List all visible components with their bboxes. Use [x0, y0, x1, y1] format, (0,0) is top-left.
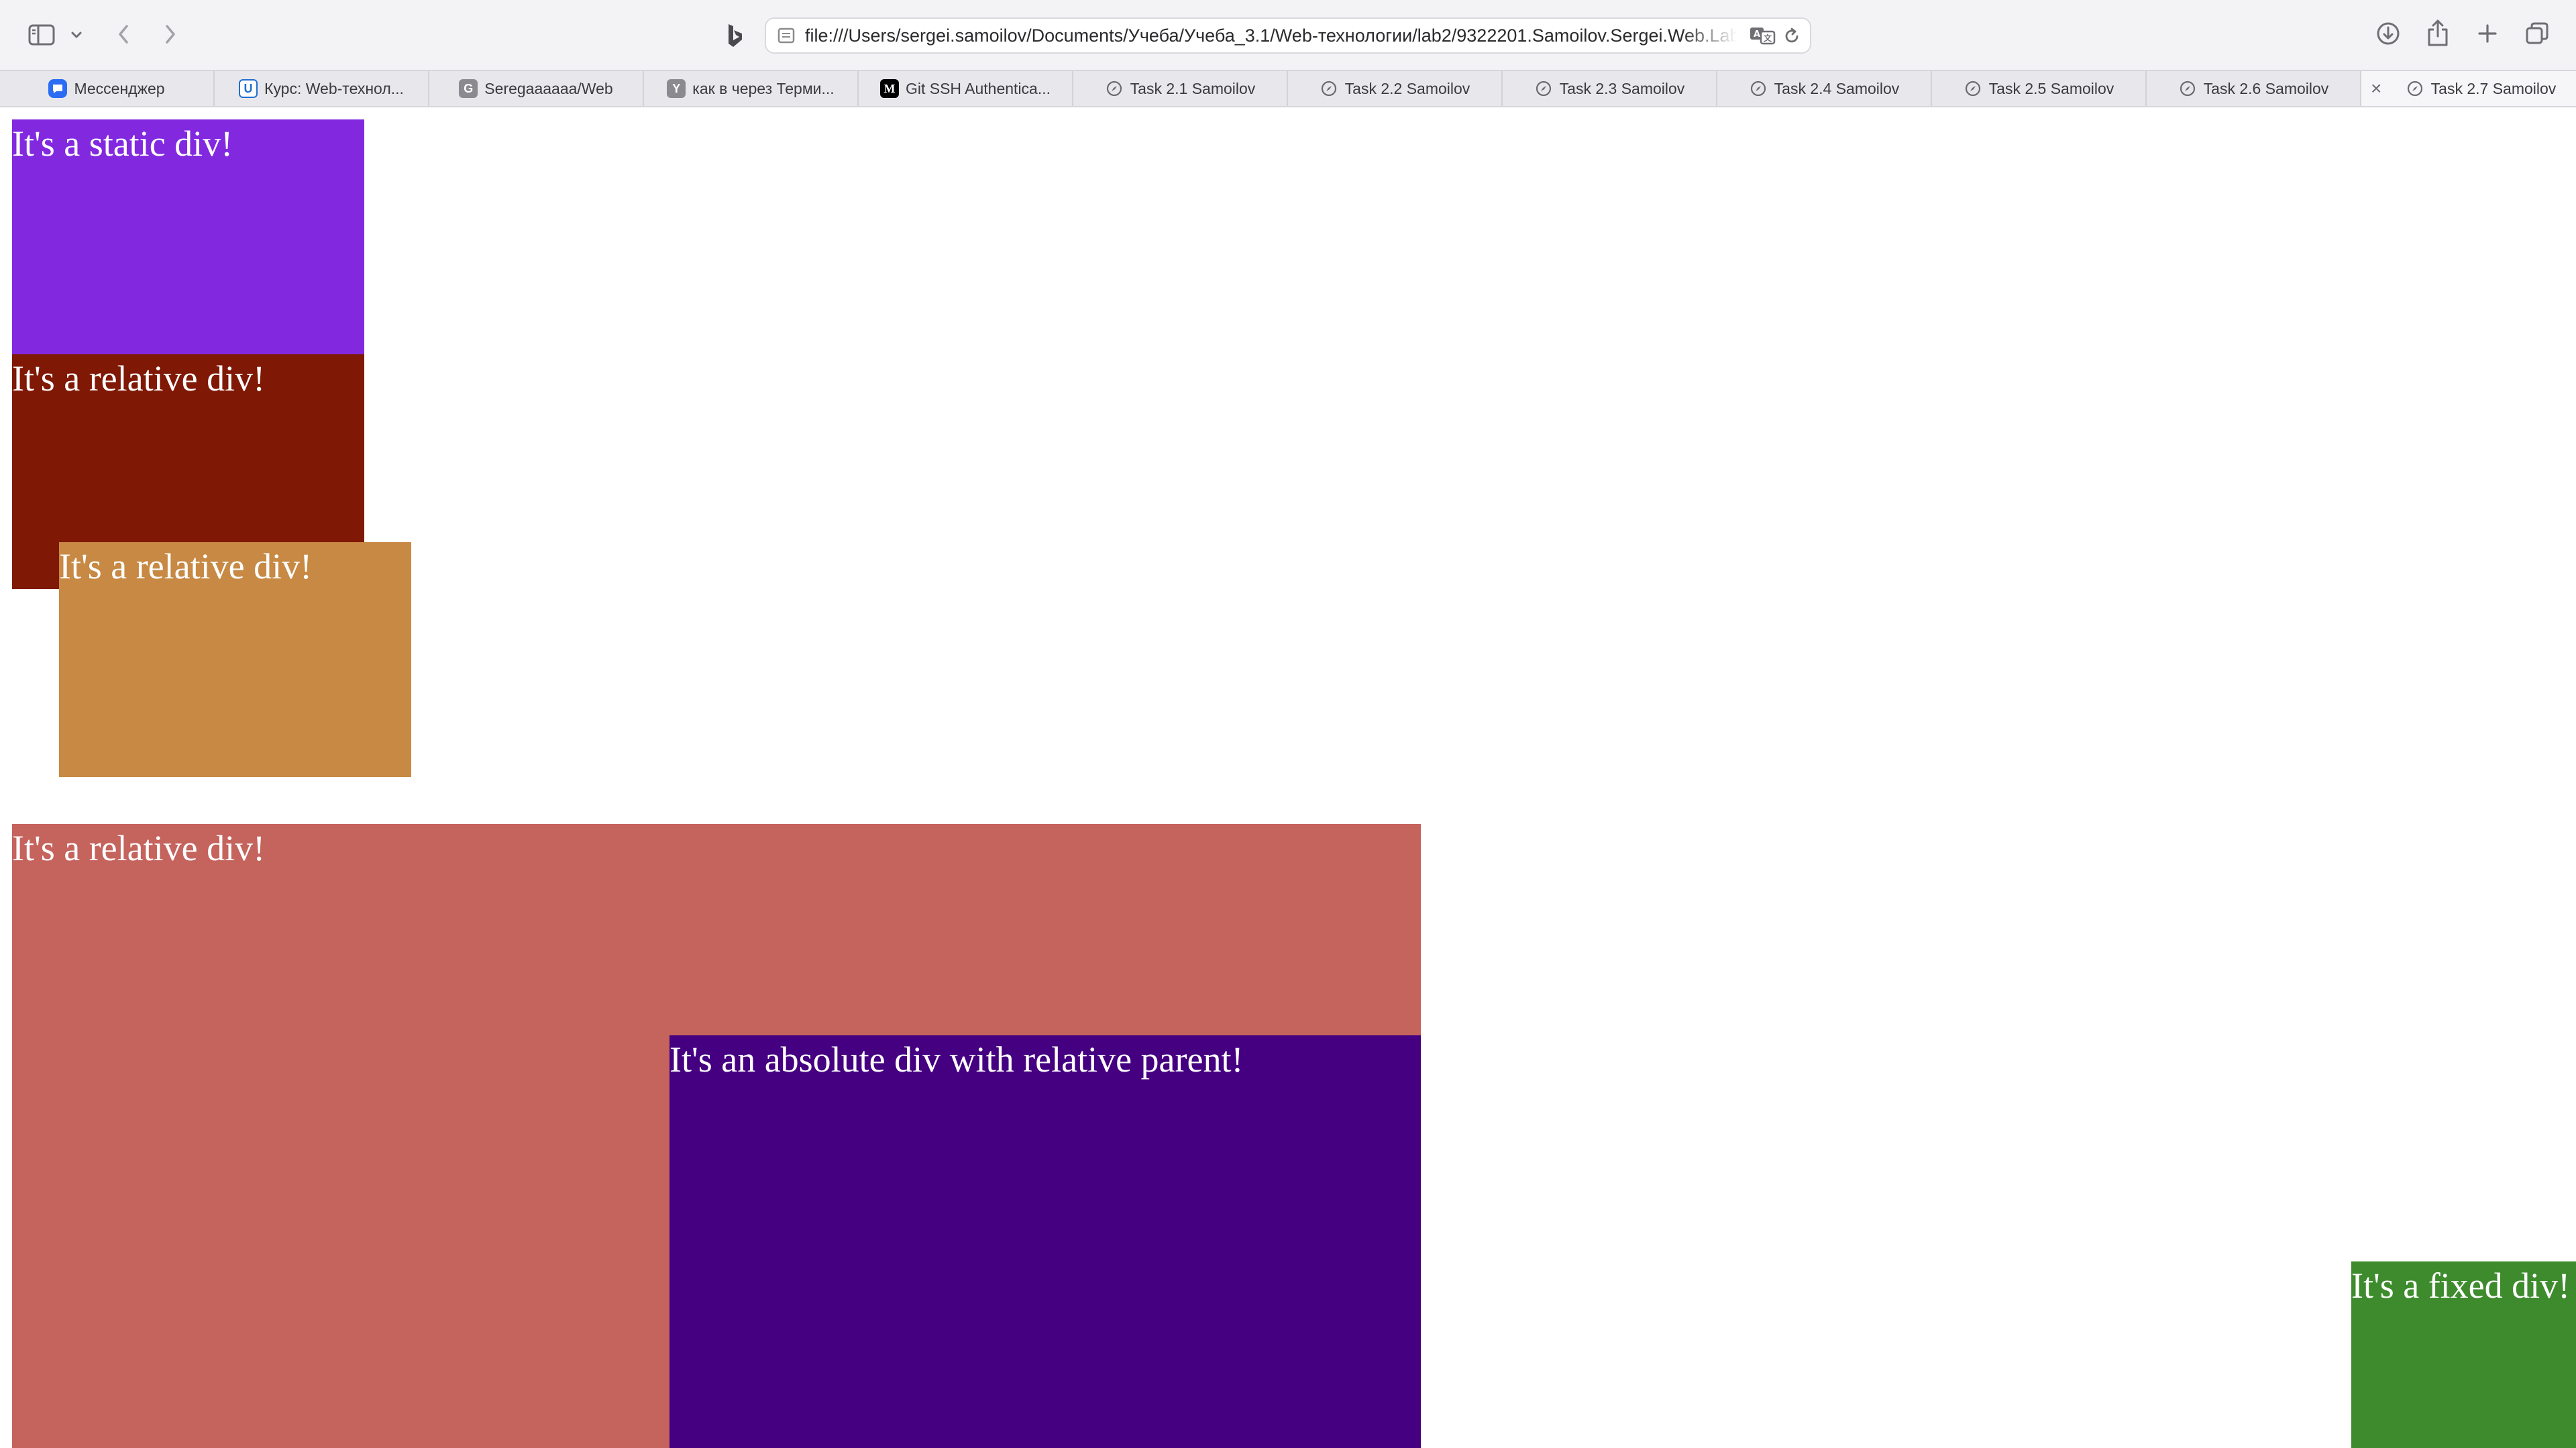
tab-github[interactable]: G Seregaaaaaa/Web: [429, 71, 644, 106]
tab-label: Task 2.5 Samoilov: [1988, 79, 2114, 97]
tab-label: Курс: Web-технол...: [264, 79, 404, 97]
tab-strip: Мессенджер U Курс: Web-технол... G Sereg…: [0, 70, 2576, 107]
tab-label: Task 2.3 Samoilov: [1559, 79, 1685, 97]
translate-icon[interactable]: A文: [1748, 24, 1776, 47]
relative-div-2-label: It's a relative div!: [59, 546, 313, 586]
bing-icon[interactable]: [722, 20, 749, 51]
compass-icon: [1964, 79, 1982, 98]
static-div: It's a static div!: [12, 119, 364, 354]
svg-text:A: A: [1754, 30, 1760, 40]
url-text[interactable]: file:///Users/sergei.samoilov/Documents/…: [805, 19, 1737, 52]
compass-icon: [1320, 79, 1338, 98]
tab-course[interactable]: U Курс: Web-технол...: [215, 71, 429, 106]
compass-icon: [1105, 79, 1124, 98]
fixed-div-label: It's a fixed div!: [2351, 1265, 2571, 1306]
compass-icon: [2406, 79, 2424, 98]
relative-div-3-label: It's a relative div!: [12, 828, 266, 868]
yandex-icon: Y: [667, 79, 686, 98]
tab-label: Task 2.6 Samoilov: [2203, 79, 2329, 97]
tab-label: Git SSH Authentica...: [905, 79, 1051, 97]
absolute-div-label: It's an absolute div with relative paren…: [669, 1039, 1244, 1080]
tab-task-2-1[interactable]: Task 2.1 Samoilov: [1073, 71, 1288, 106]
forward-icon[interactable]: [158, 19, 182, 50]
share-icon[interactable]: [2423, 16, 2453, 50]
tab-task-2-6[interactable]: Task 2.6 Samoilov: [2147, 71, 2361, 106]
tab-label: Task 2.7 Samoilov: [2430, 79, 2557, 97]
back-icon[interactable]: [111, 19, 136, 50]
compass-icon: [2178, 79, 2197, 98]
browser-window: file:///Users/sergei.samoilov/Documents/…: [0, 0, 2576, 1448]
static-div-label: It's a static div!: [12, 123, 233, 164]
tab-messenger[interactable]: Мессенджер: [0, 71, 215, 106]
plus-icon[interactable]: [2473, 19, 2502, 48]
page-icon: [775, 25, 797, 46]
medium-icon: M: [879, 79, 899, 98]
sidebar-icon[interactable]: [25, 20, 58, 50]
github-icon: G: [459, 79, 478, 98]
download-icon[interactable]: [2373, 19, 2403, 48]
relative-div-1-label: It's a relative div!: [12, 358, 266, 399]
compass-icon: [1534, 79, 1553, 98]
relative-div-2: It's a relative div!: [59, 542, 411, 777]
tab-label: Task 2.4 Samoilov: [1774, 79, 1900, 97]
browser-toolbar: file:///Users/sergei.samoilov/Documents/…: [0, 0, 2576, 70]
tab-task-2-2[interactable]: Task 2.2 Samoilov: [1288, 71, 1503, 106]
tabs-overview-icon[interactable]: [2522, 19, 2552, 48]
messenger-icon: [48, 79, 68, 98]
tab-label: Мессенджер: [74, 79, 165, 97]
tab-label: Seregaaaaaa/Web: [484, 79, 613, 97]
tab-label: Task 2.1 Samoilov: [1130, 79, 1256, 97]
fixed-div: It's a fixed div!: [2351, 1261, 2576, 1448]
page-content: It's a static div! It's a relative div! …: [0, 107, 2576, 1448]
tab-task-2-7[interactable]: × Task 2.7 Samoilov: [2361, 71, 2576, 106]
absolute-div: It's an absolute div with relative paren…: [669, 1035, 1421, 1448]
tab-label: Task 2.2 Samoilov: [1344, 79, 1470, 97]
tab-task-2-5[interactable]: Task 2.5 Samoilov: [1932, 71, 2147, 106]
reload-icon[interactable]: [1780, 25, 1803, 47]
tab-label: как в через Терми...: [692, 79, 835, 97]
close-icon[interactable]: ×: [2371, 71, 2381, 106]
tab-yandex[interactable]: Y как в через Терми...: [644, 71, 859, 106]
address-bar[interactable]: file:///Users/sergei.samoilov/Documents/…: [765, 17, 1811, 54]
tab-task-2-4[interactable]: Task 2.4 Samoilov: [1717, 71, 1932, 106]
svg-text:文: 文: [1764, 33, 1772, 43]
moodle-icon: U: [239, 79, 258, 98]
tab-task-2-3[interactable]: Task 2.3 Samoilov: [1503, 71, 1717, 106]
compass-icon: [1749, 79, 1768, 98]
tab-git-ssh[interactable]: M Git SSH Authentica...: [859, 71, 1073, 106]
chevron-down-icon[interactable]: [67, 25, 86, 44]
